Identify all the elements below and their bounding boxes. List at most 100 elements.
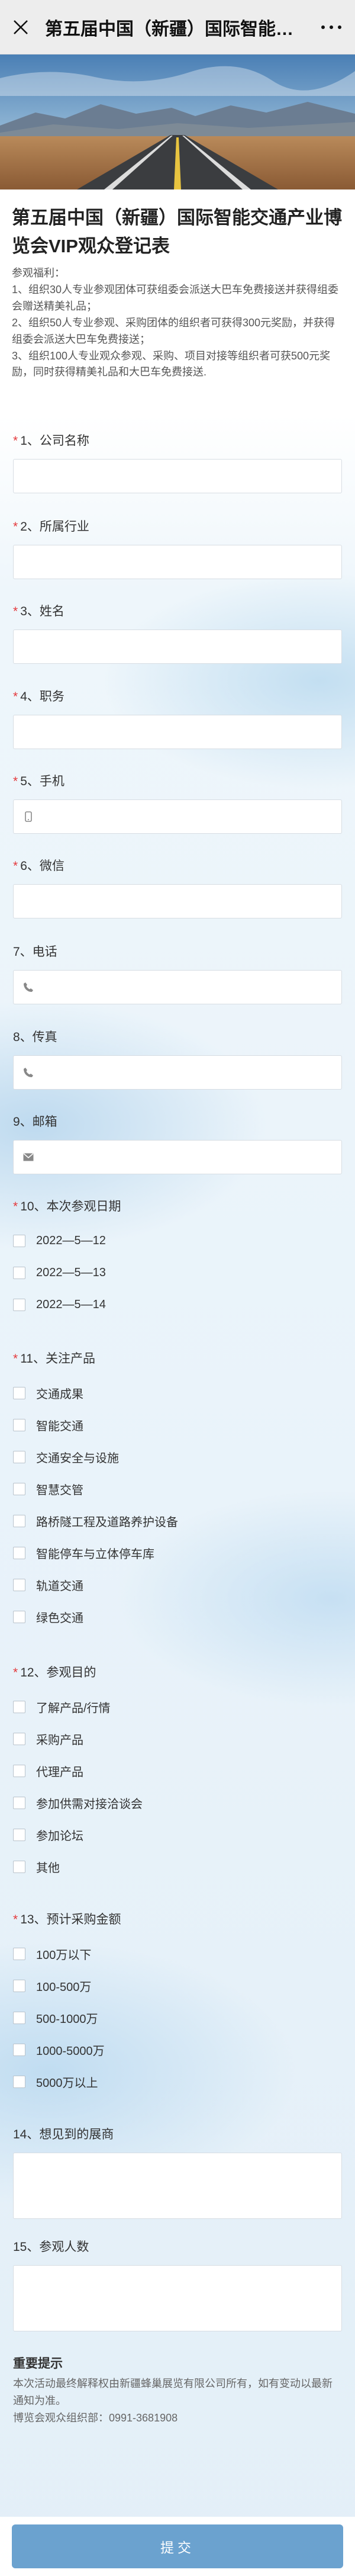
field-phone: 7、电话 xyxy=(0,934,355,1004)
wechat-input[interactable] xyxy=(13,884,342,918)
field-label: 14、想见到的展商 xyxy=(13,2128,114,2141)
checkbox-option[interactable]: 5000万以上 xyxy=(13,2066,342,2098)
notice-contact: 博览会观众组织部：0991-3681908 xyxy=(13,2411,178,2424)
checkbox[interactable] xyxy=(13,1418,25,1431)
field-label: * 4、职务 xyxy=(13,690,64,704)
field-label: 15、参观人数 xyxy=(13,2240,89,2254)
field-label: * 10、本次参观日期 xyxy=(13,1200,121,1213)
phone-icon xyxy=(22,1066,35,1079)
checkbox-option[interactable]: 其他 xyxy=(13,1851,342,1883)
email-input[interactable] xyxy=(13,1140,342,1174)
phone-input[interactable] xyxy=(13,970,342,1004)
notice-text: 本次活动最终解释权由新疆蜂巢展览有限公司所有，如有变动以最新通知为准。 xyxy=(13,2378,333,2407)
checkbox-option[interactable]: 100万以下 xyxy=(13,1938,342,1970)
checkbox[interactable] xyxy=(13,1979,25,1992)
top-bar: 第五届中国（新疆）国际智能交通产... xyxy=(0,0,355,54)
visit-date-options: 2022—5—12 2022—5—13 2022—5—14 xyxy=(13,1225,342,1321)
field-label: * 1、公司名称 xyxy=(13,434,89,448)
field-label: * 2、所属行业 xyxy=(13,520,89,534)
field-products: * 11、关注产品 交通成果 智能交通 交通安全与设施 智慧交管 路桥隧工程及道路… xyxy=(0,1341,355,1633)
form-title: 第五届中国（新疆）国际智能交通产业博览会VIP观众登记表 xyxy=(12,207,342,257)
required-mark: * xyxy=(13,859,18,873)
exhibitors-textarea[interactable] xyxy=(13,2153,342,2219)
field-mobile: * 5、手机 xyxy=(0,764,355,834)
checkbox[interactable] xyxy=(13,1266,25,1279)
required-mark: * xyxy=(13,1200,18,1213)
checkbox-option[interactable]: 500-1000万 xyxy=(13,2002,342,2034)
checkbox-option[interactable]: 2022—5—14 xyxy=(13,1289,342,1321)
checkbox-option[interactable]: 2022—5—13 xyxy=(13,1257,342,1289)
checkbox-option[interactable]: 智能停车与立体停车库 xyxy=(13,1537,342,1569)
checkbox[interactable] xyxy=(13,1386,25,1399)
field-position: * 4、职务 xyxy=(0,679,355,749)
field-industry: * 2、所属行业 xyxy=(0,509,355,579)
visitors-textarea[interactable] xyxy=(13,2265,342,2331)
checkbox[interactable] xyxy=(13,2075,25,2088)
checkbox-option[interactable]: 交通成果 xyxy=(13,1377,342,1409)
checkbox[interactable] xyxy=(13,1514,25,1527)
field-exhibitors: 14、想见到的展商 xyxy=(0,2117,355,2219)
products-options: 交通成果 智能交通 交通安全与设施 智慧交管 路桥隧工程及道路养护设备 智能停车… xyxy=(13,1377,342,1633)
checkbox-option[interactable]: 采购产品 xyxy=(13,1723,342,1755)
checkbox-option[interactable]: 100-500万 xyxy=(13,1970,342,2002)
checkbox[interactable] xyxy=(13,1700,25,1713)
checkbox[interactable] xyxy=(13,1578,25,1591)
industry-input[interactable] xyxy=(13,545,342,579)
checkbox[interactable] xyxy=(13,1796,25,1809)
checkbox[interactable] xyxy=(13,1610,25,1623)
company-input[interactable] xyxy=(13,459,342,493)
field-visit-date: * 10、本次参观日期 2022—5—12 2022—5—13 2022—5—14 xyxy=(0,1189,355,1321)
checkbox-option[interactable]: 交通安全与设施 xyxy=(13,1441,342,1473)
checkbox[interactable] xyxy=(13,2043,25,2056)
field-email: 9、邮箱 xyxy=(0,1104,355,1174)
position-input[interactable] xyxy=(13,715,342,749)
field-label: * 5、手机 xyxy=(13,775,64,788)
checkbox[interactable] xyxy=(13,1764,25,1777)
checkbox-option[interactable]: 1000-5000万 xyxy=(13,2034,342,2066)
checkbox[interactable] xyxy=(13,1828,25,1841)
field-purpose: * 12、参观目的 了解产品/行情 采购产品 代理产品 参加供需对接洽谈会 参加论… xyxy=(0,1655,355,1883)
checkbox-option[interactable]: 智能交通 xyxy=(13,1409,342,1441)
mobile-input[interactable] xyxy=(13,799,342,834)
required-mark: * xyxy=(13,1913,18,1926)
close-icon xyxy=(14,20,28,34)
checkbox[interactable] xyxy=(13,1482,25,1495)
checkbox[interactable] xyxy=(13,1298,25,1311)
submit-button[interactable]: 提交 xyxy=(12,2524,343,2568)
budget-options: 100万以下 100-500万 500-1000万 1000-5000万 500… xyxy=(13,1938,342,2098)
checkbox-option[interactable]: 轨道交通 xyxy=(13,1569,342,1601)
close-button[interactable] xyxy=(0,0,41,54)
field-label: 9、邮箱 xyxy=(13,1115,57,1129)
checkbox[interactable] xyxy=(13,1546,25,1559)
checkbox[interactable] xyxy=(13,1947,25,1960)
field-label: * 3、姓名 xyxy=(13,605,64,618)
required-mark: * xyxy=(13,1666,18,1679)
checkbox[interactable] xyxy=(13,1732,25,1745)
required-mark: * xyxy=(13,434,18,448)
page-title: 第五届中国（新疆）国际智能交通产... xyxy=(45,19,308,39)
checkbox-option[interactable]: 2022—5—12 xyxy=(13,1225,342,1257)
purpose-options: 了解产品/行情 采购产品 代理产品 参加供需对接洽谈会 参加论坛 其他 xyxy=(13,1691,342,1883)
checkbox-option[interactable]: 了解产品/行情 xyxy=(13,1691,342,1723)
checkbox-option[interactable]: 参加论坛 xyxy=(13,1819,342,1851)
checkbox[interactable] xyxy=(13,1450,25,1463)
checkbox-option[interactable]: 路桥隧工程及道路养护设备 xyxy=(13,1505,342,1537)
checkbox[interactable] xyxy=(13,1860,25,1873)
checkbox-option[interactable]: 绿色交通 xyxy=(13,1601,342,1633)
field-wechat: * 6、微信 xyxy=(0,849,355,918)
name-input[interactable] xyxy=(13,629,342,664)
required-mark: * xyxy=(13,775,18,788)
checkbox[interactable] xyxy=(13,2011,25,2024)
field-label: 8、传真 xyxy=(13,1030,57,1044)
notice-title: 重要提示 xyxy=(13,2357,63,2371)
checkbox[interactable] xyxy=(13,1234,25,1247)
fax-input[interactable] xyxy=(13,1055,342,1090)
checkbox-option[interactable]: 参加供需对接洽谈会 xyxy=(13,1787,342,1819)
form-header: 第五届中国（新疆）国际智能交通产业博览会VIP观众登记表 参观福利： 1、组织3… xyxy=(0,189,355,398)
required-mark: * xyxy=(13,690,18,704)
checkbox-option[interactable]: 代理产品 xyxy=(13,1755,342,1787)
checkbox-option[interactable]: 智慧交管 xyxy=(13,1473,342,1505)
more-button[interactable] xyxy=(308,0,355,54)
form-description: 参观福利： 1、组织30人专业参观团体可获组委会派送大巴车免费接送并获得组委会赠… xyxy=(12,267,339,378)
field-label: * 11、关注产品 xyxy=(13,1352,95,1366)
